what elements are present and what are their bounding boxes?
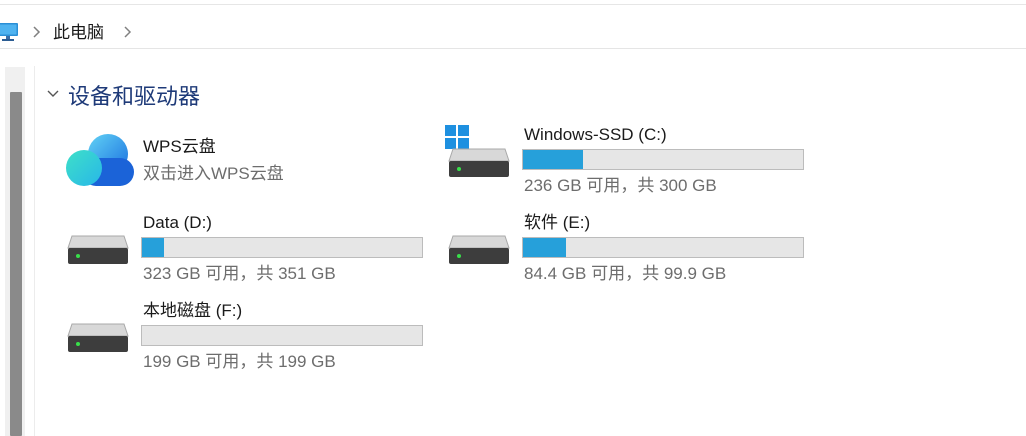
divider [0, 48, 1026, 49]
drive-usage-bar [522, 149, 804, 170]
drive-usage-bar [141, 237, 423, 258]
drive-usage-bar [141, 325, 423, 346]
chevron-right-icon[interactable] [122, 23, 134, 41]
hard-drive-icon [448, 148, 510, 177]
drive-name: Data (D:) [143, 213, 212, 232]
drive-free-space: 236 GB 可用，共 300 GB [524, 176, 717, 195]
chevron-down-icon[interactable] [46, 88, 60, 100]
pane-divider[interactable] [34, 66, 35, 436]
hard-drive-icon [448, 235, 510, 264]
hard-drive-icon [67, 323, 129, 352]
cloud-icon [66, 134, 134, 186]
drive-free-space: 84.4 GB 可用，共 99.9 GB [524, 264, 727, 283]
drive-free-space: 323 GB 可用，共 351 GB [143, 264, 336, 283]
chevron-right-icon[interactable] [31, 23, 43, 41]
drive-free-space: 199 GB 可用，共 199 GB [143, 352, 336, 371]
drive-name: Windows-SSD (C:) [524, 125, 667, 144]
drive-usage-bar [522, 237, 804, 258]
drive-usage-fill [523, 238, 567, 257]
cloud-subtitle: 双击进入WPS云盘 [143, 164, 284, 183]
section-header-devices[interactable]: 设备和驱动器 [68, 83, 200, 111]
nav-scrollbar-thumb[interactable] [10, 92, 22, 436]
drive-usage-fill [523, 150, 583, 169]
cloud-name: WPS云盘 [143, 137, 216, 156]
address-bar[interactable]: 此电脑 [0, 5, 1026, 48]
drive-name: 软件 (E:) [524, 213, 591, 232]
hard-drive-icon [67, 235, 129, 264]
drive-name: 本地磁盘 (F:) [143, 301, 243, 320]
breadcrumb-this-pc[interactable]: 此电脑 [53, 22, 104, 44]
drive-usage-fill [142, 238, 165, 257]
computer-icon [0, 23, 18, 41]
